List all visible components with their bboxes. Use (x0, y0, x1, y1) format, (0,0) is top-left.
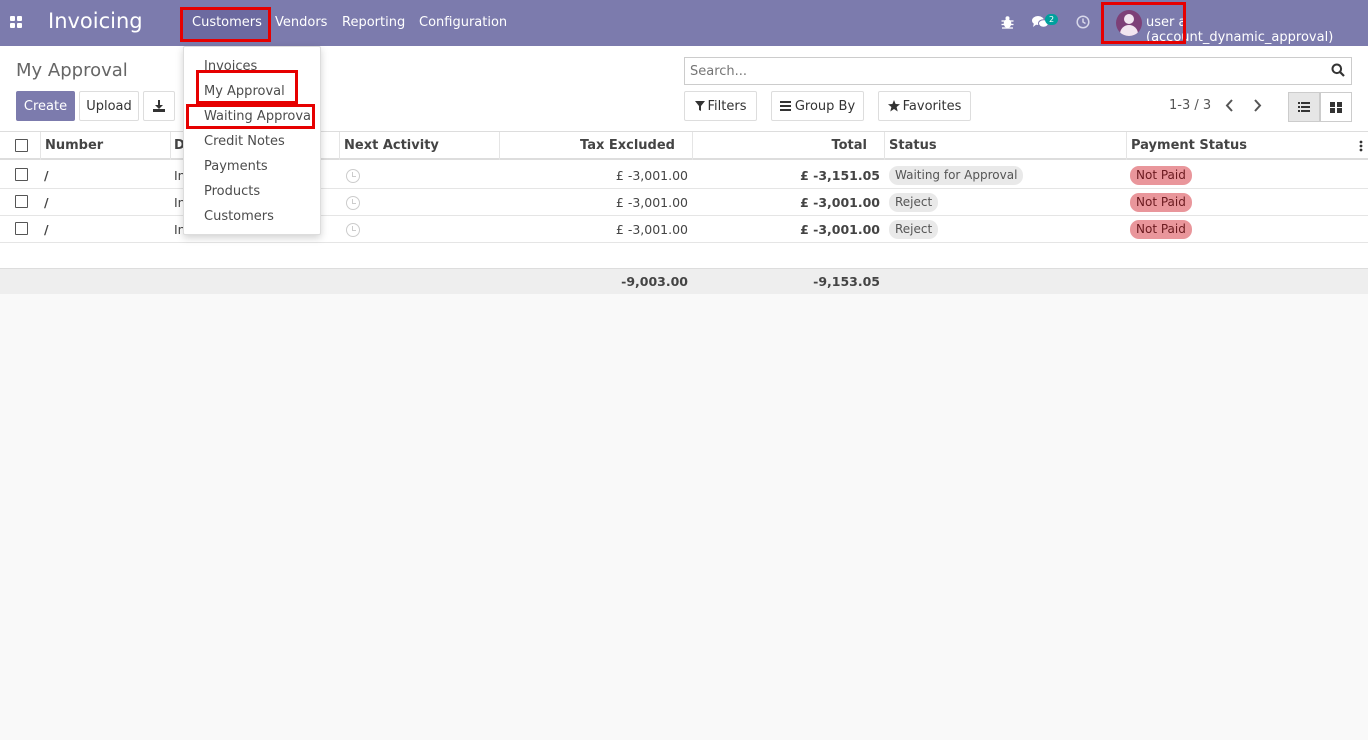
column-options-icon[interactable] (1359, 140, 1363, 152)
header-number[interactable]: Number (45, 138, 103, 153)
activity-clock-icon[interactable] (346, 196, 360, 210)
page-title: My Approval (16, 60, 128, 81)
apps-grid-icon[interactable] (10, 16, 23, 28)
highlight-customers-menu (180, 7, 271, 42)
dropdown-item-products[interactable]: Products (204, 184, 260, 199)
favorites-label: Favorites (902, 98, 962, 114)
chevron-right-icon[interactable] (1253, 99, 1262, 112)
row-total: £ -3,151.05 (800, 168, 880, 183)
create-button[interactable]: Create (16, 91, 75, 121)
filter-icon (694, 101, 705, 111)
favorites-button[interactable]: Favorites (878, 91, 971, 121)
status-badge: Reject (889, 193, 939, 212)
upload-button[interactable]: Upload (79, 91, 139, 121)
row-total: £ -3,001.00 (800, 195, 880, 210)
menu-reporting[interactable]: Reporting (342, 15, 405, 30)
total-tax-excluded: -9,003.00 (621, 274, 688, 289)
download-icon (153, 100, 165, 112)
filters-label: Filters (707, 98, 747, 114)
row-total: £ -3,001.00 (800, 222, 880, 237)
header-status[interactable]: Status (889, 138, 937, 153)
star-icon (887, 100, 900, 112)
kanban-view-icon (1330, 101, 1342, 113)
activity-clock-icon[interactable] (346, 223, 360, 237)
list-view-icon (1298, 102, 1310, 112)
kanban-view-button[interactable] (1320, 92, 1352, 122)
list-bars-icon (779, 101, 791, 111)
chevron-left-icon[interactable] (1225, 99, 1234, 112)
row-tax-excluded: £ -3,001.00 (615, 222, 688, 237)
payment-status-badge: Not Paid (1130, 220, 1192, 239)
row-number: / (44, 222, 49, 237)
message-count-badge: 2 (1045, 14, 1059, 25)
group-by-button[interactable]: Group By (771, 91, 864, 121)
dropdown-item-customers[interactable]: Customers (204, 209, 274, 224)
select-all-checkbox[interactable] (15, 139, 28, 152)
highlight-user-menu (1101, 2, 1186, 44)
pager-value[interactable]: 1-3 / 3 (1169, 98, 1211, 113)
row-tax-excluded: £ -3,001.00 (615, 168, 688, 183)
activity-clock-icon[interactable] (346, 169, 360, 183)
dropdown-item-payments[interactable]: Payments (204, 159, 268, 174)
row-number: / (44, 168, 49, 183)
group-by-label: Group By (794, 98, 856, 114)
totals-row: -9,003.00 -9,153.05 (0, 268, 1368, 294)
search-icon[interactable] (1331, 63, 1345, 77)
download-button[interactable] (143, 91, 175, 121)
payment-status-badge: Not Paid (1130, 166, 1192, 185)
activity-clock-icon[interactable] (1076, 15, 1090, 29)
row-number: / (44, 195, 49, 210)
header-next-activity[interactable]: Next Activity (344, 138, 439, 153)
highlight-waiting-approval (186, 104, 315, 129)
menu-vendors[interactable]: Vendors (275, 15, 327, 30)
total-amount: -9,153.05 (813, 274, 880, 289)
status-badge: Waiting for Approval (889, 166, 1024, 185)
search-box[interactable] (684, 57, 1352, 85)
list-view-button[interactable] (1288, 92, 1320, 122)
row-checkbox[interactable] (15, 195, 28, 208)
dropdown-item-credit-notes[interactable]: Credit Notes (204, 134, 285, 149)
header-total[interactable]: Total (831, 138, 867, 153)
filters-button[interactable]: Filters (684, 91, 757, 121)
row-checkbox[interactable] (15, 168, 28, 181)
header-tax-excluded[interactable]: Tax Excluded (580, 138, 675, 153)
menu-configuration[interactable]: Configuration (419, 15, 507, 30)
highlight-my-approval (196, 70, 298, 104)
row-tax-excluded: £ -3,001.00 (615, 195, 688, 210)
search-input[interactable] (685, 58, 1305, 84)
bug-icon[interactable] (1001, 15, 1014, 29)
row-checkbox[interactable] (15, 222, 28, 235)
payment-status-badge: Not Paid (1130, 193, 1192, 212)
status-badge: Reject (889, 220, 939, 239)
header-payment-status[interactable]: Payment Status (1131, 138, 1247, 153)
app-title: Invoicing (48, 9, 143, 33)
